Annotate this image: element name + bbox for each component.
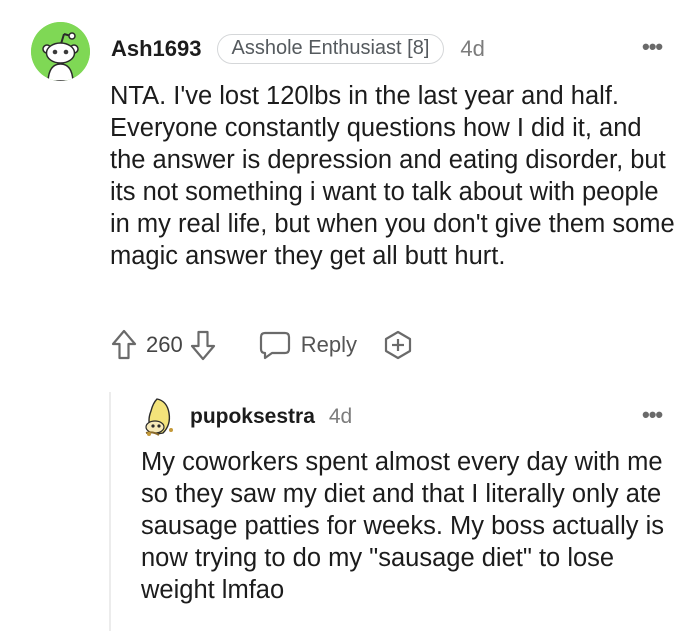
award-button[interactable]	[383, 330, 413, 360]
comment-age: 4d	[328, 405, 353, 428]
snoo-avatar-icon	[145, 398, 173, 436]
upvote-button[interactable]	[110, 328, 138, 362]
comment-body: NTA. I've lost 120lbs in the last year a…	[110, 82, 675, 270]
reply-avatar[interactable]	[143, 397, 179, 437]
avatar[interactable]	[31, 22, 90, 81]
username[interactable]: pupoksestra	[190, 405, 315, 429]
speech-bubble-icon	[259, 331, 290, 360]
more-options-button[interactable]: •••	[642, 36, 663, 58]
vote-score: 260	[146, 332, 183, 357]
comment-thread: Ash1693 Asshole Enthusiast [8] 4d ••• NT…	[0, 0, 700, 631]
snoo-avatar-icon	[31, 22, 90, 81]
downvote-button[interactable]	[189, 328, 217, 362]
reply-label: Reply	[300, 332, 357, 357]
username[interactable]: Ash1693	[111, 36, 202, 62]
downvote-arrow-icon	[190, 330, 215, 361]
more-options-button[interactable]: •••	[642, 404, 663, 426]
comment-header: Ash1693 Asshole Enthusiast [8] 4d	[111, 33, 485, 65]
more-dots-icon: •••	[642, 402, 663, 427]
comment-actions: 260 Reply	[110, 325, 413, 365]
comment-age: 4d	[460, 36, 485, 61]
award-plus-icon	[384, 330, 412, 360]
more-dots-icon: •••	[642, 34, 663, 59]
user-flair: Asshole Enthusiast [8]	[216, 34, 445, 64]
reply-body: My coworkers spent almost every day with…	[141, 448, 664, 604]
upvote-arrow-icon	[111, 329, 137, 360]
thread-line[interactable]	[109, 392, 111, 631]
reply-header: pupoksestra 4d	[190, 403, 352, 431]
reply-button[interactable]: Reply	[259, 330, 357, 360]
